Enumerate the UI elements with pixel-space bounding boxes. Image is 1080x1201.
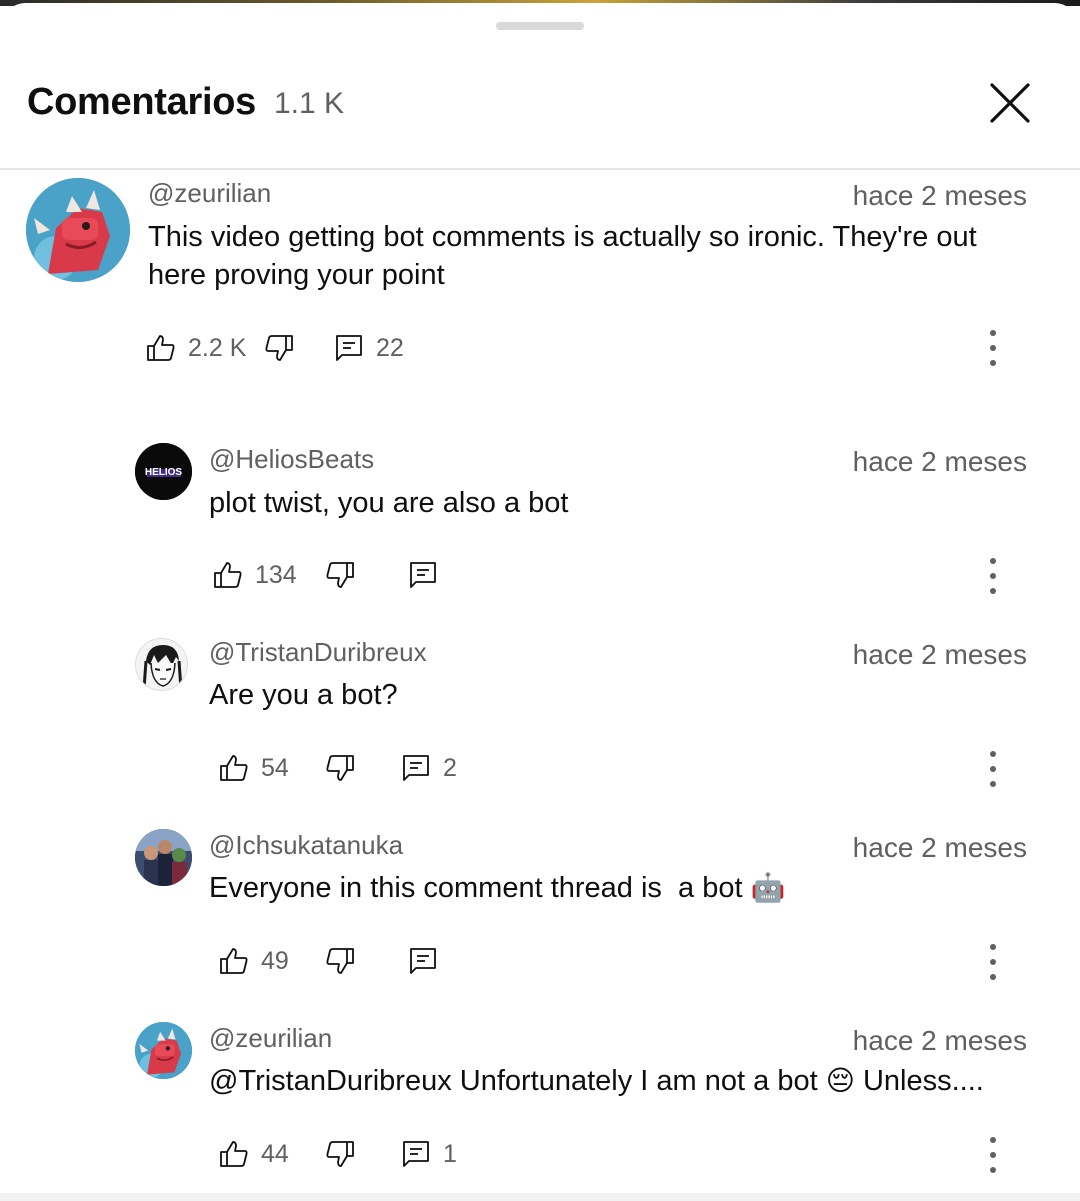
dislike-button[interactable] — [325, 748, 355, 788]
avatar[interactable] — [135, 1022, 192, 1079]
thumbs-down-icon — [265, 335, 293, 361]
comment-text-tail: Unless.... — [862, 1065, 984, 1097]
avatar[interactable] — [26, 178, 130, 282]
red-dinosaur-avatar-icon — [135, 1022, 192, 1079]
more-options-button[interactable] — [978, 1135, 1008, 1175]
thumbs-down-icon — [326, 562, 354, 588]
thumbs-down-icon — [326, 755, 354, 781]
comment-time: hace 2 meses — [852, 1025, 1027, 1056]
close-icon — [990, 83, 1030, 123]
red-dinosaur-avatar-icon — [26, 178, 130, 282]
comments-title: Comentarios — [27, 81, 256, 123]
reply-item: HELIOS @HeliosBeats hace 2 meses plot tw… — [0, 440, 1080, 610]
comment-author[interactable]: @zeurilian — [148, 178, 271, 209]
comment-text: This video getting bot comments is actua… — [148, 221, 977, 291]
comment-actions: 49 — [219, 941, 1049, 981]
reply-count: 22 — [376, 333, 404, 362]
reply-button[interactable]: 1 — [401, 1134, 457, 1174]
thumbs-up-icon — [220, 755, 248, 781]
like-button[interactable]: 44 — [219, 1134, 289, 1174]
comment-text-main: @TristanDuribreux Unfortunately I am not… — [209, 1065, 818, 1097]
more-vert-icon — [990, 1137, 996, 1143]
comment-time: hace 2 meses — [852, 639, 1027, 670]
more-options-button[interactable] — [978, 749, 1008, 789]
pensive-emoji-icon: 😔 — [825, 1065, 855, 1096]
dislike-button[interactable] — [325, 555, 355, 595]
comment-icon — [410, 562, 436, 588]
comment-thread-item: @zeurilian hace 2 meses This video getti… — [0, 170, 1080, 400]
comment-actions: 134 — [213, 555, 1043, 595]
comments-count: 1.1 K — [274, 87, 345, 120]
reply-item: @TristanDuribreux hace 2 meses Are you a… — [0, 633, 1080, 803]
thumbs-down-icon — [326, 1141, 354, 1167]
avatar[interactable] — [135, 638, 188, 691]
like-button[interactable]: 134 — [213, 555, 297, 595]
like-count: 134 — [255, 560, 297, 589]
robot-emoji-icon: 🤖 — [750, 872, 786, 903]
like-count: 49 — [261, 946, 289, 975]
comment-icon — [410, 948, 436, 974]
svg-text:HELIOS: HELIOS — [145, 467, 183, 478]
like-count: 54 — [261, 753, 289, 782]
comment-author[interactable]: @Ichsukatanuka — [209, 830, 403, 861]
like-count: 44 — [261, 1139, 289, 1168]
dislike-button[interactable] — [325, 1134, 355, 1174]
comment-icon — [336, 335, 362, 361]
comment-text: plot twist, you are also a bot — [209, 487, 569, 519]
comment-actions: 44 1 — [219, 1134, 1049, 1174]
comments-header: Comentarios 1.1 K — [0, 59, 1080, 171]
comment-author[interactable]: @TristanDuribreux — [209, 637, 427, 668]
avatar[interactable]: HELIOS — [135, 443, 192, 500]
comment-time: hace 2 meses — [852, 832, 1027, 863]
reply-button[interactable]: 22 — [334, 328, 404, 368]
drag-handle[interactable] — [496, 22, 584, 30]
more-vert-icon — [990, 944, 996, 950]
group-photo-avatar-icon — [135, 829, 192, 886]
more-options-button[interactable] — [978, 556, 1008, 596]
comment-time: hace 2 meses — [852, 180, 1027, 211]
comment-text: Everyone in this comment thread is a bot… — [209, 869, 1029, 907]
comment-text: @TristanDuribreux Unfortunately I am not… — [209, 1062, 1039, 1100]
comment-icon — [403, 1141, 429, 1167]
sketch-face-avatar-icon — [136, 639, 187, 690]
avatar[interactable] — [135, 829, 192, 886]
like-count: 2.2 K — [188, 333, 247, 362]
reply-button[interactable] — [408, 941, 438, 981]
reply-button[interactable]: 2 — [401, 748, 457, 788]
helios-logo-avatar-icon: HELIOS — [135, 443, 192, 500]
thumbs-up-icon — [220, 1141, 248, 1167]
dislike-button[interactable] — [325, 941, 355, 981]
thumbs-up-icon — [147, 335, 175, 361]
like-button[interactable]: 49 — [219, 941, 289, 981]
comment-actions: 54 2 — [219, 748, 1049, 788]
comment-actions: 2.2 K 22 — [146, 328, 1046, 368]
reply-item: @Ichsukatanuka hace 2 meses Everyone in … — [0, 826, 1080, 996]
comment-text: Are you a bot? — [209, 679, 398, 711]
comment-text-main: Everyone in this comment thread is a bot — [209, 872, 743, 904]
close-button[interactable] — [986, 79, 1034, 127]
comment-time: hace 2 meses — [852, 446, 1027, 477]
more-options-button[interactable] — [978, 942, 1008, 982]
more-vert-icon — [990, 751, 996, 757]
reply-button[interactable] — [408, 555, 438, 595]
thumbs-down-icon — [326, 948, 354, 974]
reply-count: 1 — [443, 1139, 457, 1168]
comment-author[interactable]: @HeliosBeats — [209, 444, 374, 475]
reply-count: 2 — [443, 753, 457, 782]
more-options-button[interactable] — [978, 328, 1008, 368]
thumbs-up-icon — [220, 948, 248, 974]
reply-item: @zeurilian hace 2 meses @TristanDuribreu… — [0, 1019, 1080, 1189]
bottom-edge — [0, 1193, 1080, 1201]
more-vert-icon — [990, 330, 996, 336]
comment-author[interactable]: @zeurilian — [209, 1023, 332, 1054]
like-button[interactable]: 2.2 K — [146, 328, 246, 368]
comment-icon — [403, 755, 429, 781]
thumbs-up-icon — [214, 562, 242, 588]
like-button[interactable]: 54 — [219, 748, 289, 788]
dislike-button[interactable] — [264, 328, 294, 368]
more-vert-icon — [990, 558, 996, 564]
